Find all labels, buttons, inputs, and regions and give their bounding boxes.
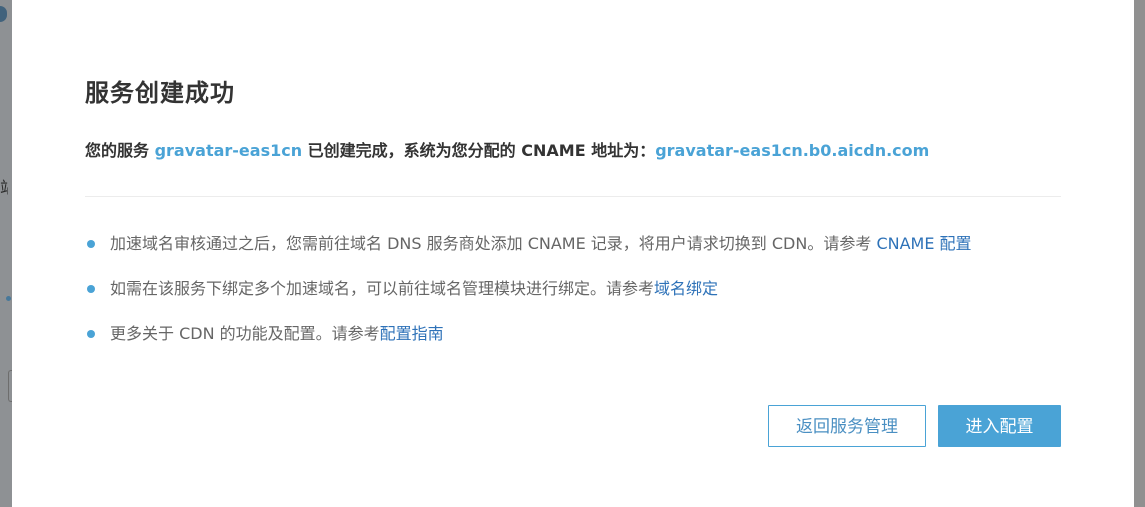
summary-middle: 已创建完成，系统为您分配的 CNAME 地址为： [302,141,656,160]
note-text: 更多关于 CDN 的功能及配置。请参考 [110,324,380,343]
background-logo-fragment [0,6,7,22]
note-text: 如需在该服务下绑定多个加速域名，可以前往域名管理模块进行绑定。请参考 [110,279,655,298]
bullet-dot-icon [87,330,95,338]
background-page-left-edge: 站 [0,0,15,507]
bullet-dot-icon [87,285,95,293]
back-to-service-management-button[interactable]: 返回服务管理 [768,405,926,447]
note-text: 加速域名审核通过之后，您需前往域名 DNS 服务商处添加 CNAME 记录，将用… [110,234,877,253]
config-guide-link[interactable]: 配置指南 [380,324,444,343]
cname-address: gravatar-eas1cn.b0.aicdn.com [655,141,930,160]
summary-prefix: 您的服务 [85,141,155,160]
background-text-fragment: 站 [0,178,8,198]
cname-config-link[interactable]: CNAME 配置 [876,234,971,253]
divider [85,196,1061,197]
notes-list: 加速域名审核通过之后，您需前往域名 DNS 服务商处添加 CNAME 记录，将用… [85,230,972,365]
enter-config-button[interactable]: 进入配置 [938,405,1061,447]
note-item: 加速域名审核通过之后，您需前往域名 DNS 服务商处添加 CNAME 记录，将用… [85,230,972,258]
domain-binding-link[interactable]: 域名绑定 [654,279,718,298]
background-page-right-edge [1134,0,1145,507]
service-created-dialog: 服务创建成功 您的服务 gravatar-eas1cn 已创建完成，系统为您分配… [12,0,1134,507]
note-item: 更多关于 CDN 的功能及配置。请参考配置指南 [85,320,972,348]
service-name: gravatar-eas1cn [154,141,303,160]
background-bullet-fragment [6,296,11,301]
dialog-title: 服务创建成功 [85,79,235,107]
bullet-dot-icon [87,240,95,248]
creation-summary: 您的服务 gravatar-eas1cn 已创建完成，系统为您分配的 CNAME… [85,139,929,163]
note-item: 如需在该服务下绑定多个加速域名，可以前往域名管理模块进行绑定。请参考域名绑定 [85,275,972,303]
